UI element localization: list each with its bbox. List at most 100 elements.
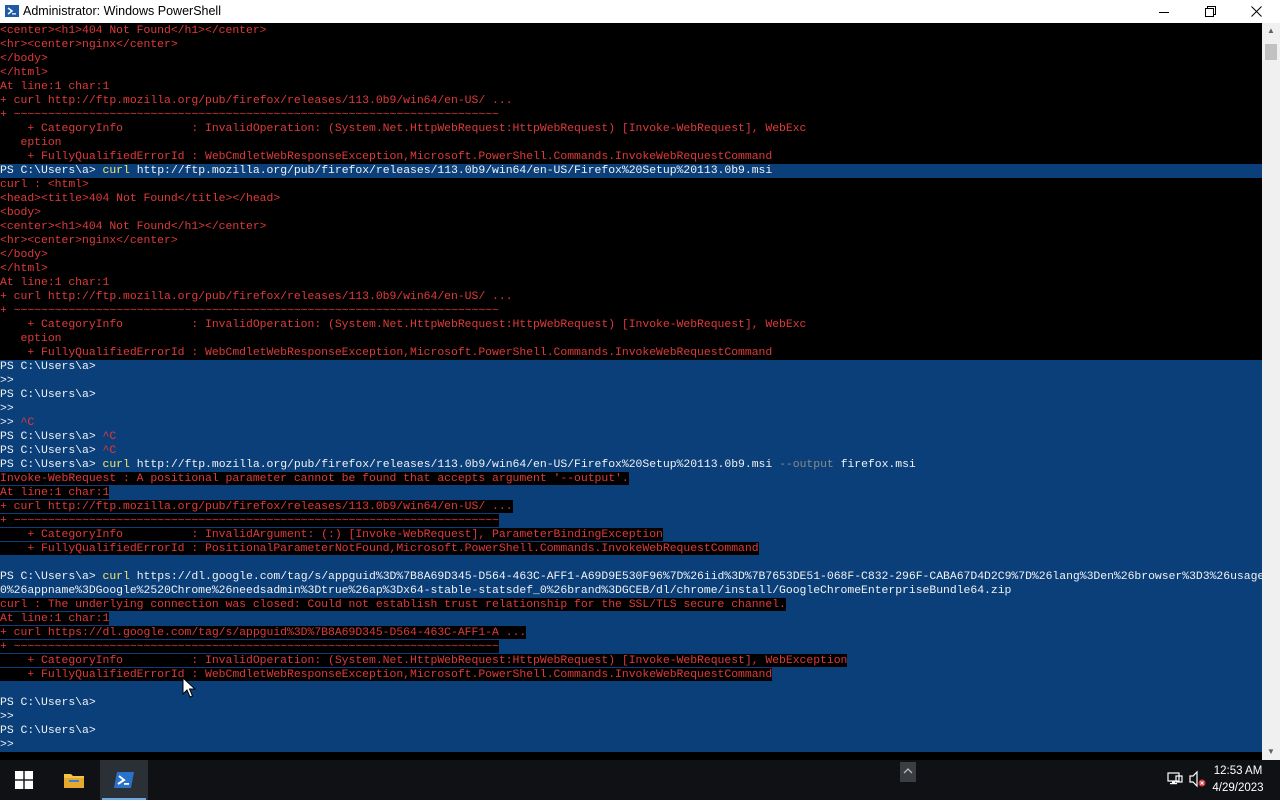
console-line: At line:1 char:1 <box>0 486 109 500</box>
scroll-up-arrow-icon[interactable]: ▲ <box>1262 23 1280 39</box>
console-text: ^C <box>20 416 35 429</box>
console-text: At line:1 char:1 <box>0 612 110 625</box>
console-text: >> <box>0 738 14 751</box>
restore-button[interactable] <box>1187 0 1233 23</box>
console-line: >> <box>0 402 14 416</box>
taskbar-powershell[interactable] <box>100 760 148 800</box>
console-text: </body> <box>0 52 48 65</box>
console-line: PS C:\Users\a> curl https://dl.google.co… <box>0 570 1262 584</box>
console-text: PS C:\Users\a> <box>0 724 96 737</box>
selection-highlight <box>0 388 1262 402</box>
chevron-up-icon <box>903 768 913 774</box>
close-icon <box>1250 6 1262 17</box>
network-icon[interactable] <box>1166 770 1184 788</box>
console-text: PS C:\Users\a> <box>0 458 103 471</box>
console-text: + FullyQualifiedErrorId : WebCmdletWebRe… <box>0 150 773 163</box>
console-line: + curl https://dl.google.com/tag/s/appgu… <box>0 626 526 640</box>
vertical-scrollbar[interactable]: ▲ ▼ <box>1262 23 1280 760</box>
console-line: PS C:\Users\a> ^C <box>0 430 116 444</box>
console-line: + CategoryInfo : InvalidArgument: (:) [I… <box>0 528 663 542</box>
console-text: >> <box>0 416 21 429</box>
selection-highlight <box>0 738 1262 752</box>
console-text: + CategoryInfo : InvalidArgument: (:) [I… <box>0 528 663 541</box>
selection-highlight <box>0 444 1262 458</box>
console-text: PS C:\Users\a> <box>0 570 103 583</box>
selection-highlight <box>0 416 1262 430</box>
console-text: + curl https://dl.google.com/tag/s/appgu… <box>0 626 527 639</box>
console-line: PS C:\Users\a> <box>0 696 96 710</box>
scroll-down-arrow-icon[interactable]: ▼ <box>1262 744 1280 760</box>
console-text: https://dl.google.com/tag/s/appguid%3D%7… <box>129 570 1262 583</box>
console-text: + ~~~~~~~~~~~~~~~~~~~~~~~~~~~~~~~~~~~~~~… <box>0 108 499 121</box>
windows-logo-icon <box>15 771 33 789</box>
console-text: + CategoryInfo : InvalidOperation: (Syst… <box>0 318 807 331</box>
console-text: curl : The underlying connection was clo… <box>0 598 786 611</box>
console-line: <body> <box>0 206 41 220</box>
console-line: PS C:\Users\a> curl http://ftp.mozilla.o… <box>0 458 916 472</box>
console-line: PS C:\Users\a> <box>0 388 96 402</box>
console-line: curl : <html> <box>0 178 89 192</box>
console-line: + FullyQualifiedErrorId : PositionalPara… <box>0 542 759 556</box>
console-text: </html> <box>0 66 48 79</box>
console-text: firefox.msi <box>833 458 916 471</box>
console-text: --output <box>779 458 834 471</box>
window-title-bar[interactable]: Administrator: Windows PowerShell <box>0 0 1280 23</box>
console-text: At line:1 char:1 <box>0 276 110 289</box>
console-text: eption <box>0 332 62 345</box>
console-text: + ~~~~~~~~~~~~~~~~~~~~~~~~~~~~~~~~~~~~~~… <box>0 304 499 317</box>
console-line: <hr><center>nginx</center> <box>0 38 178 52</box>
console-text: eption <box>0 136 62 149</box>
console-text: <head><title>404 Not Found</title></head… <box>0 192 281 205</box>
console-text: ^C <box>102 444 117 457</box>
console-line: PS C:\Users\a> <box>0 360 96 374</box>
console-output[interactable]: <center><h1>404 Not Found</h1></center> <… <box>0 23 1262 760</box>
console-line: + ~~~~~~~~~~~~~~~~~~~~~~~~~~~~~~~~~~~~~~… <box>0 108 499 122</box>
console-text: curl <box>102 570 130 583</box>
console-line: 0%26appname%3DGoogle%2520Chrome%26needsa… <box>0 584 1011 598</box>
console-line: </body> <box>0 248 48 262</box>
console-text: >> <box>0 402 14 415</box>
powershell-icon <box>5 5 19 17</box>
selection-highlight <box>0 374 1262 388</box>
selection-highlight <box>0 430 1262 444</box>
console-line: + curl http://ftp.mozilla.org/pub/firefo… <box>0 500 513 514</box>
console-text: PS C:\Users\a> <box>0 164 103 177</box>
console-text: <hr><center>nginx</center> <box>0 234 178 247</box>
powershell-icon <box>114 772 134 788</box>
console-text: >> <box>0 710 14 723</box>
system-clock[interactable]: 12:53 AM 4/29/2023 <box>1204 763 1272 797</box>
tray-overflow-chevron[interactable] <box>900 762 916 782</box>
console-text: + CategoryInfo : InvalidOperation: (Syst… <box>0 654 848 667</box>
console-text: PS C:\Users\a> <box>0 360 96 373</box>
selection-highlight <box>0 486 1262 500</box>
console-text: http://ftp.mozilla.org/pub/firefox/relea… <box>129 164 773 177</box>
console-text: + ~~~~~~~~~~~~~~~~~~~~~~~~~~~~~~~~~~~~~~… <box>0 514 499 527</box>
console-line: </html> <box>0 262 48 276</box>
console-text: http://ftp.mozilla.org/pub/firefox/relea… <box>129 458 780 471</box>
selection-highlight <box>0 402 1262 416</box>
console-line: + ~~~~~~~~~~~~~~~~~~~~~~~~~~~~~~~~~~~~~~… <box>0 640 499 654</box>
console-line: + curl http://ftp.mozilla.org/pub/firefo… <box>0 290 513 304</box>
selection-highlight <box>0 724 1262 738</box>
console-text: At line:1 char:1 <box>0 80 110 93</box>
start-button[interactable] <box>0 760 48 800</box>
console-text: <body> <box>0 206 42 219</box>
console-line: + FullyQualifiedErrorId : WebCmdletWebRe… <box>0 346 772 360</box>
console-text: curl <box>102 164 130 177</box>
console-text: PS C:\Users\a> <box>0 430 103 443</box>
console-text: </html> <box>0 262 48 275</box>
console-line: + CategoryInfo : InvalidOperation: (Syst… <box>0 318 806 332</box>
console-text: + CategoryInfo : InvalidOperation: (Syst… <box>0 122 807 135</box>
console-line: </body> <box>0 52 48 66</box>
minimize-button[interactable] <box>1141 0 1187 23</box>
console-line: + CategoryInfo : InvalidOperation: (Syst… <box>0 122 806 136</box>
console-text: PS C:\Users\a> <box>0 696 96 709</box>
console-text: Invoke-WebRequest : A positional paramet… <box>0 472 629 485</box>
console-line: curl : The underlying connection was clo… <box>0 598 786 612</box>
taskbar-file-explorer[interactable] <box>50 760 98 800</box>
scroll-thumb[interactable] <box>1265 44 1277 60</box>
console-text: curl : <html> <box>0 178 89 191</box>
close-button[interactable] <box>1233 0 1279 23</box>
